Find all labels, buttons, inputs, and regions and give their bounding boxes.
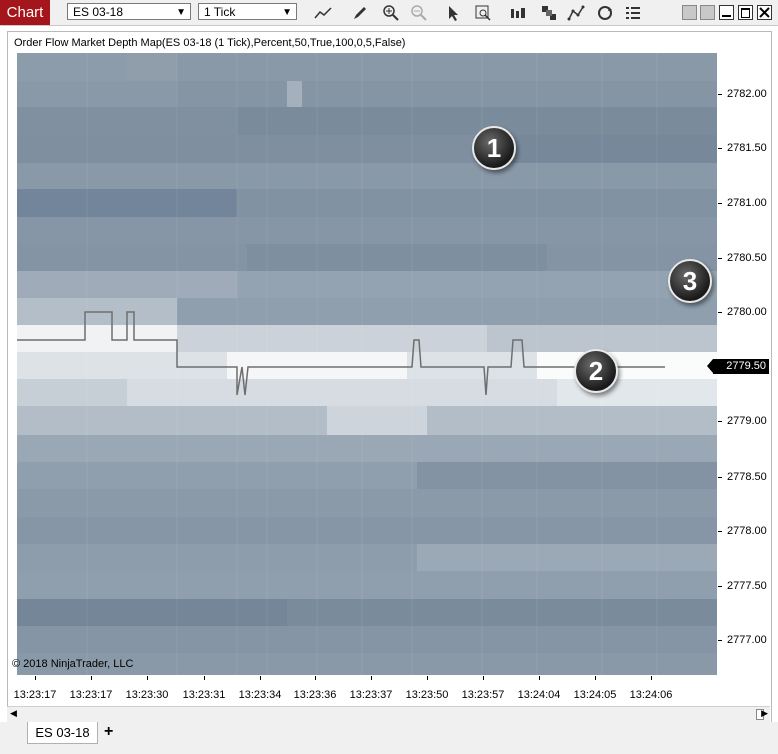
instrument-value: ES 03-18 <box>73 5 124 19</box>
pencil-icon[interactable] <box>351 4 369 21</box>
y-tick: 2777.00 <box>727 634 767 646</box>
callout-badge-1: 1 <box>472 126 516 170</box>
add-tab-button[interactable]: + <box>104 723 113 741</box>
y-tick: 2781.50 <box>727 142 767 154</box>
scroll-right-icon[interactable]: ▶ <box>761 708 768 719</box>
x-tick: 13:23:50 <box>405 689 449 701</box>
y-tick: 2781.00 <box>727 197 767 209</box>
pointer-icon[interactable] <box>444 4 462 21</box>
callout-badge-2: 2 <box>574 349 618 393</box>
x-tick: 13:23:36 <box>293 689 337 701</box>
chevron-down-icon: ▼ <box>282 7 292 18</box>
close-icon <box>759 7 770 18</box>
interval-selector[interactable]: 1 Tick ▼ <box>198 3 297 20</box>
x-tick: 13:23:17 <box>13 689 57 701</box>
x-tick: 13:23:31 <box>182 689 226 701</box>
y-tick: 2779.00 <box>727 415 767 427</box>
y-tick: 2777.50 <box>727 580 767 592</box>
zoom-out-icon[interactable] <box>410 4 428 21</box>
y-tick: 2782.00 <box>727 88 767 100</box>
y-tick: 2780.50 <box>727 252 767 264</box>
x-tick: 13:24:06 <box>629 689 673 701</box>
y-tick: 2778.00 <box>727 525 767 537</box>
x-tick: 13:23:17 <box>69 689 113 701</box>
y-tick: 2780.00 <box>727 306 767 318</box>
x-tick: 13:24:05 <box>573 689 617 701</box>
x-tick: 13:23:37 <box>349 689 393 701</box>
indicator-label: Order Flow Market Depth Map(ES 03-18 (1 … <box>14 37 406 49</box>
drawing-tools-icon[interactable] <box>567 4 585 21</box>
y-tick: 2778.50 <box>727 471 767 483</box>
minimize-button[interactable] <box>719 5 734 20</box>
tab-bar: ES 03-18 + <box>0 722 778 754</box>
reload-icon[interactable] <box>596 4 614 21</box>
x-tick: 13:23:34 <box>238 689 282 701</box>
toolbar: Chart ES 03-18 ▼ 1 Tick ▼ <box>0 0 778 26</box>
scroll-left-icon[interactable]: ◀ <box>10 708 17 719</box>
properties-icon[interactable] <box>624 4 642 21</box>
chart-menu-button[interactable]: Chart <box>0 0 50 25</box>
callout-badge-3: 3 <box>668 259 712 303</box>
line-tool-icon[interactable] <box>314 4 332 21</box>
tab-es-03-18[interactable]: ES 03-18 <box>27 722 98 744</box>
zoom-in-icon[interactable] <box>382 4 400 21</box>
x-tick: 13:23:57 <box>461 689 505 701</box>
data-box-icon[interactable] <box>474 4 492 21</box>
tile-button[interactable] <box>700 5 715 20</box>
last-price-marker: 2779.50 <box>707 359 769 374</box>
close-button[interactable] <box>757 5 772 20</box>
x-tick: 13:23:30 <box>125 689 169 701</box>
interval-value: 1 Tick <box>204 5 236 19</box>
bar-type-icon[interactable] <box>509 4 527 21</box>
x-tick: 13:24:04 <box>517 689 561 701</box>
horizontal-scrollbar[interactable]: ◀ ▶ <box>7 706 770 722</box>
copyright-text: © 2018 NinjaTrader, LLC <box>12 658 134 670</box>
instrument-selector[interactable]: ES 03-18 ▼ <box>67 3 191 20</box>
link-color-button[interactable] <box>682 5 697 20</box>
chevron-down-icon: ▼ <box>176 7 186 18</box>
strategy-icon[interactable] <box>540 4 558 21</box>
maximize-button[interactable] <box>738 5 753 20</box>
